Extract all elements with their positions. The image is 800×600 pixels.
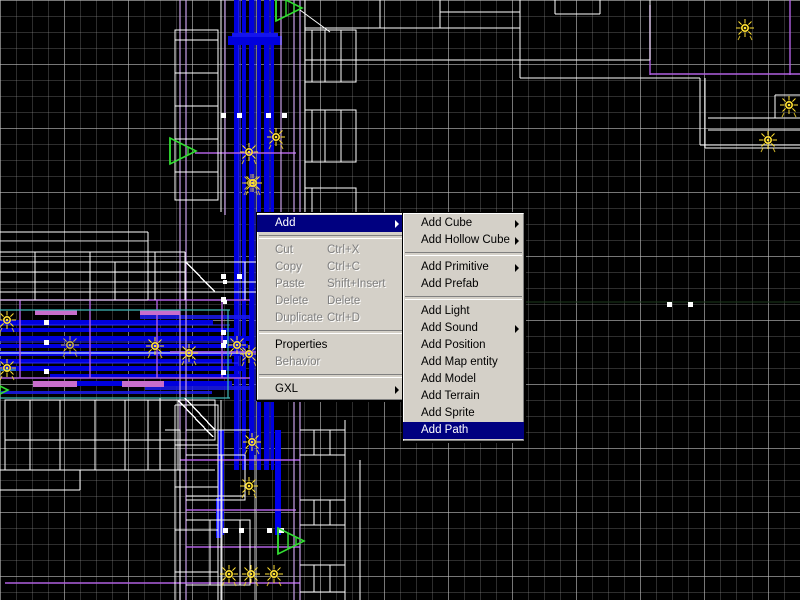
menu-separator <box>259 235 402 239</box>
menu-item-gxl[interactable]: GXL <box>257 381 404 398</box>
chevron-right-icon <box>515 237 519 245</box>
menu-item-label: Add Map entity <box>403 354 498 371</box>
menu-item-accelerator: Shift+Insert <box>327 276 386 293</box>
menu-separator <box>259 374 402 378</box>
menu-item-accelerator: Ctrl+C <box>327 259 360 276</box>
menu-item-add-terrain[interactable]: Add Terrain <box>403 388 524 405</box>
menu-item-label: Paste <box>257 276 304 293</box>
menu-item-label: Behavior <box>257 354 320 371</box>
chevron-right-icon <box>395 386 399 394</box>
menu-item-label: Add Terrain <box>403 388 480 405</box>
menu-item-accelerator: Ctrl+D <box>327 310 360 327</box>
menu-item-label: Add <box>257 215 295 232</box>
menu-item-accelerator: Ctrl+X <box>327 242 359 259</box>
menu-item-label: Add Light <box>403 303 470 320</box>
menu-item-label: Add Cube <box>403 215 472 232</box>
menu-item-paste: Paste Shift+Insert <box>257 276 404 293</box>
chevron-right-icon <box>515 325 519 333</box>
menu-item-add-model[interactable]: Add Model <box>403 371 524 388</box>
menu-item-add-sound[interactable]: Add Sound <box>403 320 524 337</box>
menu-item-label: Add Model <box>403 371 476 388</box>
menu-item-add-position[interactable]: Add Position <box>403 337 524 354</box>
menu-item-duplicate: DuplicateCtrl+D <box>257 310 404 327</box>
menu-item-label: Add Primitive <box>403 259 489 276</box>
menu-item-label: Add Sprite <box>403 405 475 422</box>
menu-item-label: Copy <box>257 259 302 276</box>
menu-item-add-map-entity[interactable]: Add Map entity <box>403 354 524 371</box>
menu-item-properties[interactable]: Properties <box>257 337 404 354</box>
menu-separator <box>259 330 402 334</box>
menu-item-label: Add Path <box>403 422 468 439</box>
menu-item-copy: Copy Ctrl+C <box>257 259 404 276</box>
context-menu[interactable]: AddCutCtrl+XCopyCtrl+CPasteShift+InsertD… <box>256 212 405 401</box>
menu-separator <box>405 252 522 256</box>
menu-item-add-hollow-cube[interactable]: Add Hollow Cube <box>403 232 524 249</box>
menu-item-label: GXL <box>257 381 298 398</box>
menu-item-add[interactable]: Add <box>257 215 404 232</box>
menu-item-behavior: Behavior <box>257 354 404 371</box>
menu-item-label: Add Prefab <box>403 276 479 293</box>
menu-item-label: Duplicate <box>257 310 323 327</box>
chevron-right-icon <box>515 264 519 272</box>
menu-separator <box>405 296 522 300</box>
menu-item-add-path[interactable]: Add Path <box>403 422 524 439</box>
menu-item-accelerator: Delete <box>327 293 360 310</box>
chevron-right-icon <box>395 220 399 228</box>
menu-item-add-light[interactable]: Add Light <box>403 303 524 320</box>
chevron-right-icon <box>515 220 519 228</box>
menu-item-label: Add Hollow Cube <box>403 232 510 249</box>
menu-item-label: Properties <box>257 337 327 354</box>
menu-item-delete: Delete Delete <box>257 293 404 310</box>
menu-item-add-sprite[interactable]: Add Sprite <box>403 405 524 422</box>
menu-item-label: Add Sound <box>403 320 478 337</box>
menu-item-add-prefab[interactable]: Add Prefab <box>403 276 524 293</box>
menu-item-label: Cut <box>257 242 293 259</box>
menu-item-label: Delete <box>257 293 308 310</box>
menu-item-cut: Cut Ctrl+X <box>257 242 404 259</box>
add-submenu[interactable]: Add CubeAdd Hollow CubeAdd PrimitiveAdd … <box>402 212 525 442</box>
menu-item-add-primitive[interactable]: Add Primitive <box>403 259 524 276</box>
menu-item-add-cube[interactable]: Add Cube <box>403 215 524 232</box>
menu-item-label: Add Position <box>403 337 486 354</box>
